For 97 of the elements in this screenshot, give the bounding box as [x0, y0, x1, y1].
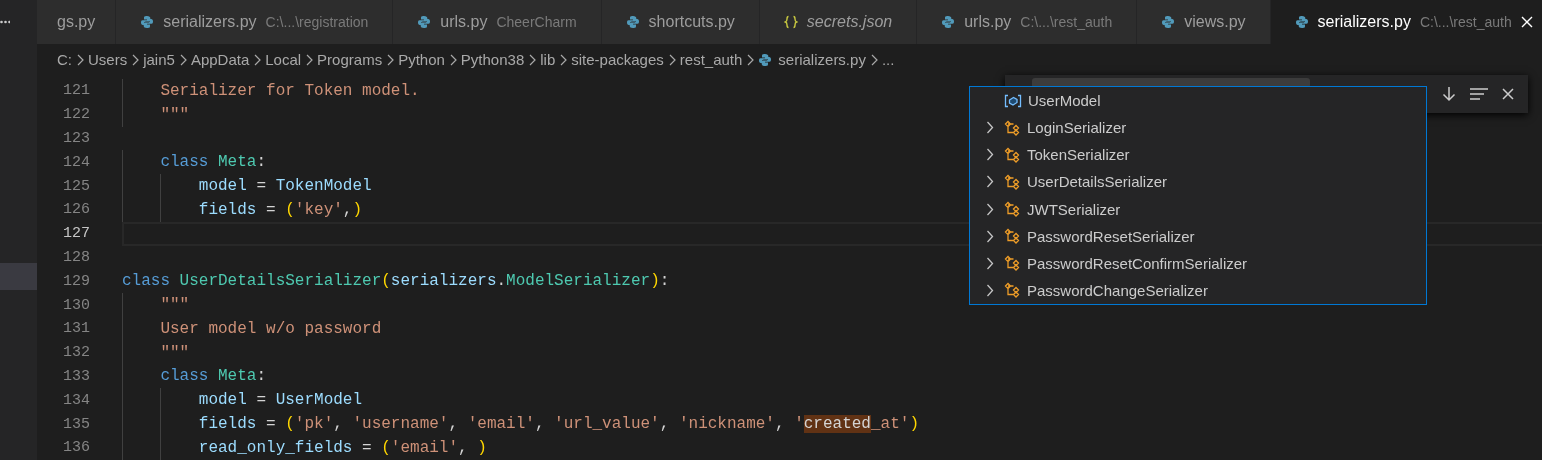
code-line: class Meta:: [160, 153, 267, 172]
breadcrumb-item[interactable]: Users: [88, 51, 128, 68]
symbol-item[interactable]: JWTSerializer: [970, 195, 1426, 223]
braces-icon: [783, 15, 798, 29]
python-file-icon: [140, 15, 155, 29]
code-line: class UserDetailsSerializer(serializers.ModelSerializer):: [122, 272, 670, 291]
code-line: Serializer for Token model.: [160, 81, 420, 100]
breadcrumb-item[interactable]: Programs: [317, 51, 383, 68]
line-number: 131: [62, 320, 90, 338]
chevron-right-icon[interactable]: [986, 256, 994, 270]
line-number: 134: [62, 391, 90, 409]
breadcrumb-item[interactable]: serializers.py: [758, 51, 866, 68]
line-number: 123: [62, 130, 90, 147]
python-file-icon: [625, 15, 640, 29]
code-line: """: [160, 343, 190, 362]
symbol-item[interactable]: UserDetailsSerializer: [970, 168, 1426, 196]
chevron-right-icon: [253, 53, 262, 66]
chevron-right-icon[interactable]: [986, 229, 994, 243]
breadcrumb-item[interactable]: Local: [265, 51, 302, 68]
editor-tab[interactable]: shortcuts.py: [601, 0, 760, 44]
python-file-icon: [1294, 15, 1309, 29]
python-file-icon: [758, 52, 773, 67]
class-icon: [1004, 201, 1021, 218]
code-line: fields = ('pk', 'username', 'email', 'url_value', 'nickname', 'created_at'): [198, 415, 919, 434]
symbol-item[interactable]: PasswordChangeSerializer: [970, 276, 1426, 304]
class-icon: [1004, 228, 1021, 245]
breadcrumb-item[interactable]: site-packages: [571, 51, 664, 68]
chevron-right-icon: [528, 53, 537, 66]
line-number: 128: [62, 248, 90, 266]
more-icon[interactable]: [0, 20, 10, 24]
variable-icon: [1004, 93, 1022, 108]
symbol-item[interactable]: TokenSerializer: [970, 141, 1426, 169]
class-icon: [1004, 173, 1021, 190]
breadcrumb-item[interactable]: lib: [540, 51, 556, 68]
code-line: fields = ('key',): [198, 200, 363, 219]
line-number: 129: [62, 272, 90, 290]
line-number: 132: [62, 344, 90, 362]
chevron-right-icon: [76, 53, 84, 66]
editor-tab[interactable]: serializers.py C:\...\rest_auth: [1270, 0, 1542, 44]
python-file-icon: [1161, 15, 1176, 29]
breadcrumb-item[interactable]: C:: [57, 51, 72, 68]
editor-tab[interactable]: views.py: [1137, 0, 1271, 44]
line-number: 133: [62, 367, 90, 385]
line-number: 136: [62, 439, 90, 457]
symbol-item[interactable]: PasswordResetConfirmSerializer: [970, 249, 1426, 277]
code-line: """: [160, 296, 190, 315]
chevron-right-icon[interactable]: [986, 283, 994, 297]
symbol-item[interactable]: PasswordResetSerializer: [970, 222, 1426, 250]
chevron-right-icon: [386, 53, 395, 66]
code-line: model = UserModel: [198, 391, 363, 410]
line-number: 126: [62, 201, 90, 219]
arrow-down-icon[interactable]: [1442, 86, 1456, 102]
breadcrumb-item[interactable]: Python38: [460, 51, 525, 68]
chevron-right-icon: [178, 53, 187, 66]
breadcrumb-item[interactable]: jain5: [143, 51, 175, 68]
editor-tab[interactable]: urls.py CheerCharm: [393, 0, 602, 44]
chevron-right-icon: [869, 53, 878, 66]
code-line: User model w/o password: [160, 319, 382, 338]
class-icon: [1004, 255, 1021, 272]
chevron-right-icon[interactable]: [986, 121, 994, 135]
line-number: 121: [62, 82, 90, 100]
symbol-item[interactable]: UserModel: [970, 87, 1426, 115]
chevron-right-icon: [448, 53, 457, 66]
line-number: 127: [62, 225, 90, 243]
chevron-right-icon[interactable]: [986, 148, 994, 162]
close-icon[interactable]: [1502, 88, 1514, 100]
class-icon: [1004, 119, 1021, 136]
line-number: 135: [62, 415, 90, 433]
python-file-icon: [417, 15, 432, 29]
breadcrumb-item[interactable]: AppData: [190, 51, 250, 68]
chevron-right-icon[interactable]: [986, 202, 994, 216]
breadcrumb-item[interactable]: Python: [398, 51, 445, 68]
lines-icon[interactable]: [1470, 88, 1488, 100]
code-line: model = TokenModel: [198, 177, 372, 196]
code-line: read_only_fields = ('email', ): [198, 438, 487, 457]
editor-tab[interactable]: serializers.py C:\...\registration: [116, 0, 394, 44]
chevron-right-icon: [746, 53, 755, 66]
python-file-icon: [941, 15, 956, 29]
chevron-right-icon: [667, 53, 676, 66]
editor-tab[interactable]: secrets.json: [759, 0, 918, 44]
chevron-right-icon: [305, 53, 314, 66]
breadcrumb-item[interactable]: ...: [881, 51, 895, 68]
line-number: 124: [62, 153, 90, 171]
chevron-right-icon: [559, 53, 568, 66]
line-number: 130: [62, 296, 90, 314]
chevron-right-icon[interactable]: [986, 175, 994, 189]
editor-tab[interactable]: urls.py C:\...\rest_auth: [917, 0, 1138, 44]
class-icon: [1004, 282, 1021, 299]
class-icon: [1004, 146, 1021, 163]
code-line: """: [160, 105, 190, 124]
chevron-right-icon: [131, 53, 140, 66]
editor-tab[interactable]: gs.py: [37, 0, 117, 44]
breadcrumb-item[interactable]: rest_auth: [679, 51, 743, 68]
line-number: 122: [62, 106, 90, 124]
code-line: class Meta:: [160, 367, 267, 386]
line-number: 125: [62, 177, 90, 195]
symbol-item[interactable]: LoginSerializer: [970, 114, 1426, 142]
